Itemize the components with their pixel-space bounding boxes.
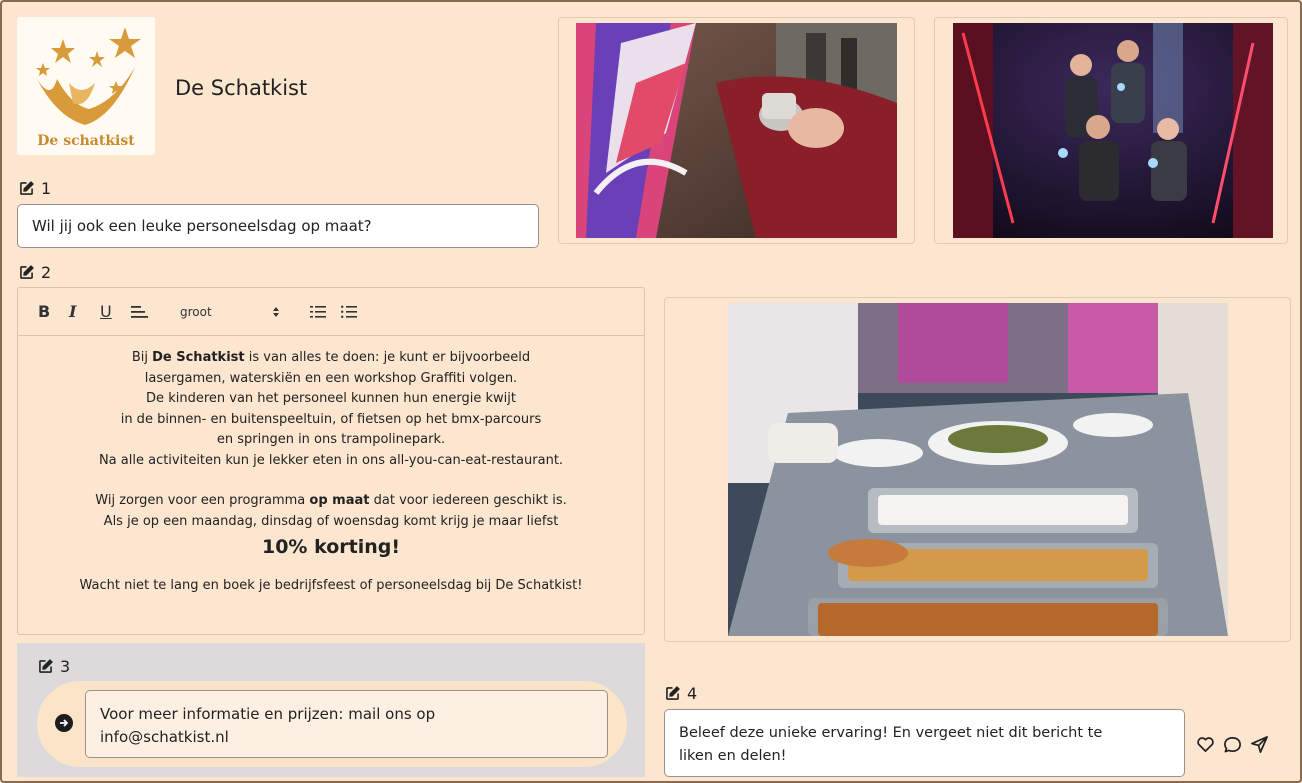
discount-text: 10% korting!: [261, 536, 401, 558]
bullet-list-button[interactable]: [341, 305, 372, 319]
graffiti-photo: [576, 23, 897, 238]
select-arrows-icon: [273, 306, 279, 317]
editor-line: en springen in ons trampolinepark.: [216, 432, 446, 447]
closing-message-input[interactable]: Beleef deze unieke ervaring! En vergeet …: [664, 709, 1185, 777]
ordered-list-button[interactable]: [310, 305, 341, 319]
editor-line: Bij De Schatkist is van alles te doen: j…: [131, 350, 531, 365]
align-button[interactable]: [131, 305, 162, 319]
contact-email: info@schatkist.nl: [100, 728, 229, 746]
underline-button[interactable]: U: [100, 302, 131, 321]
comment-icon[interactable]: [1223, 735, 1242, 754]
edit-icon[interactable]: [18, 180, 35, 197]
block-1-label: 1: [18, 179, 51, 198]
block-3-label: 3: [37, 657, 70, 676]
editor-line: Als je op een maandag, dinsdag of woensd…: [103, 513, 559, 529]
editor-toolbar: B I U groot: [18, 288, 644, 336]
font-size-select[interactable]: groot: [180, 305, 280, 319]
italic-button[interactable]: I: [69, 302, 100, 321]
block-2-number: 2: [41, 263, 52, 282]
heart-icon[interactable]: [1196, 735, 1215, 754]
block-3-number: 3: [60, 657, 71, 676]
editor-line: lasergamen, waterskiën en een workshop G…: [144, 370, 518, 386]
arrow-right-circle-icon[interactable]: [55, 714, 73, 732]
edit-icon[interactable]: [18, 264, 35, 281]
edit-icon[interactable]: [37, 658, 54, 675]
logo-text: De schatkist: [37, 133, 135, 149]
social-actions: [1196, 735, 1269, 754]
rich-text-editor[interactable]: B I U groot Bij De Schatkist is van alle…: [17, 287, 645, 635]
buffet-photo: [728, 303, 1228, 636]
contact-line: Voor meer informatie en prijzen: mail on…: [100, 705, 436, 723]
block-4-number: 4: [687, 684, 698, 703]
font-size-value: groot: [180, 304, 212, 319]
contact-info-input[interactable]: Voor meer informatie en prijzen: mail on…: [85, 690, 608, 758]
headline-input[interactable]: Wil jij ook een leuke personeelsdag op m…: [17, 204, 539, 248]
closing-line: liken en delen!: [679, 748, 787, 764]
editor-line: Wij zorgen voor een programma op maat da…: [95, 493, 567, 508]
editor-line: De kinderen van het personeel kunnen hun…: [146, 391, 516, 406]
editor-line: Wacht niet te lang en boek je bedrijfsfe…: [79, 578, 583, 593]
align-left-icon: [131, 305, 148, 318]
block-4-label: 4: [664, 684, 697, 703]
block-1-number: 1: [41, 179, 52, 198]
bold-button[interactable]: B: [38, 302, 69, 321]
block-2-label: 2: [18, 263, 51, 282]
lasergame-photo: [953, 23, 1273, 238]
closing-line: Beleef deze unieke ervaring! En vergeet …: [679, 725, 1103, 741]
editor-content[interactable]: Bij De Schatkist is van alles te doen: j…: [18, 336, 644, 597]
edit-icon[interactable]: [664, 685, 681, 702]
send-icon[interactable]: [1250, 735, 1269, 754]
logo: De schatkist: [17, 17, 155, 155]
bullet-list-icon: [341, 305, 357, 318]
editor-line: in de binnen- en buitenspeeltuin, of fie…: [120, 411, 542, 427]
brand-title: De Schatkist: [175, 76, 308, 100]
editor-line: Na alle activiteiten kun je lekker eten …: [98, 452, 564, 468]
ordered-list-icon: [310, 305, 326, 318]
